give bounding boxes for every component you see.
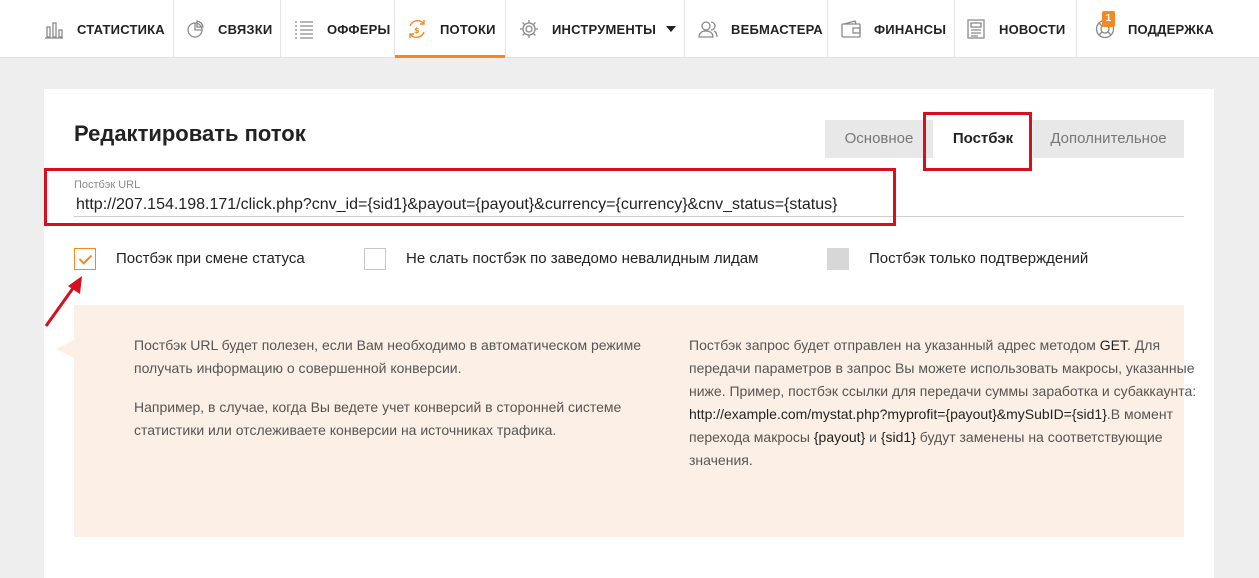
nav-item-statistics[interactable]: СТАТИСТИКА (0, 0, 174, 58)
example-url: http://example.com/mystat.php?myprofit={… (689, 406, 1107, 422)
chevron-down-icon[interactable] (666, 26, 677, 32)
nav-item-tools[interactable]: ИНСТРУМЕНТЫ (506, 0, 685, 58)
nav-item-webmasters[interactable]: ВЕБМАСТЕРА (685, 0, 828, 58)
tab-main[interactable]: Основное (825, 120, 933, 158)
nav-label: ВЕБМАСТЕРА (731, 21, 823, 37)
pie-chart-icon (184, 18, 206, 40)
http-method: GET (1099, 337, 1128, 353)
nav-label: ПОТОКИ (440, 21, 496, 37)
notification-badge: 1 (1102, 11, 1115, 27)
info-right-column: Постбэк запрос будет отправлен на указан… (689, 334, 1199, 472)
info-left-column: Постбэк URL будет полезен, если Вам необ… (134, 334, 654, 458)
nav-label: СТАТИСТИКА (77, 21, 165, 37)
info-panel-pointer (56, 340, 74, 358)
tab-additional[interactable]: Дополнительное (1033, 120, 1184, 158)
confirmed-only-checkbox[interactable] (827, 248, 849, 270)
nav-item-offers[interactable]: ОФФЕРЫ (281, 0, 395, 58)
info-text: и (865, 429, 881, 445)
wallet-icon (840, 18, 862, 40)
nav-label: СВЯЗКИ (218, 21, 273, 37)
nav-item-finance[interactable]: ФИНАНСЫ (828, 0, 955, 58)
nav-label: ПОДДЕРЖКА (1128, 21, 1214, 37)
info-text: Постбэк запрос будет отправлен на указан… (689, 337, 1096, 353)
svg-text:$: $ (414, 26, 420, 35)
nav-label: ОФФЕРЫ (327, 21, 391, 37)
bar-chart-icon (43, 18, 65, 40)
confirmed-only-label: Постбэк только подтверждений (869, 250, 1089, 267)
status-change-label: Постбэк при смене статуса (116, 250, 305, 267)
money-cycle-icon: $ (406, 18, 428, 40)
nav-item-support[interactable]: 1 ПОДДЕРЖКА (1077, 0, 1259, 58)
highlight-postback-url (44, 168, 896, 226)
edit-flow-card: Редактировать поток Основное Постбэк Доп… (44, 89, 1214, 578)
page-title: Редактировать поток (74, 121, 306, 146)
macro-sid1: {sid1} (880, 429, 916, 445)
info-paragraph: Постбэк URL будет полезен, если Вам необ… (134, 337, 642, 376)
invalid-leads-checkbox[interactable] (364, 248, 386, 270)
nav-label: ФИНАНСЫ (874, 21, 947, 37)
status-change-checkbox[interactable] (74, 248, 96, 270)
gear-icon (518, 18, 540, 40)
newspaper-icon (965, 18, 987, 40)
info-paragraph: Например, в случае, когда Вы ведете учет… (134, 399, 622, 438)
highlight-postback-tab (923, 112, 1032, 171)
users-icon (697, 18, 719, 40)
nav-label: НОВОСТИ (999, 21, 1066, 37)
nav-item-flows[interactable]: $ ПОТОКИ (395, 0, 506, 58)
macro-payout: {payout} (813, 429, 866, 445)
top-navigation: СТАТИСТИКА СВЯЗКИ ОФФЕРЫ $ ПОТОКИ ИНСТРУ… (0, 0, 1259, 58)
info-panel: Постбэк URL будет полезен, если Вам необ… (74, 305, 1196, 537)
nav-item-news[interactable]: НОВОСТИ (955, 0, 1077, 58)
nav-label: ИНСТРУМЕНТЫ (552, 21, 657, 37)
invalid-leads-label: Не слать постбэк по заведомо невалидным … (406, 250, 759, 267)
list-icon (293, 18, 315, 40)
nav-item-links[interactable]: СВЯЗКИ (174, 0, 281, 58)
red-arrow-icon (44, 276, 82, 327)
